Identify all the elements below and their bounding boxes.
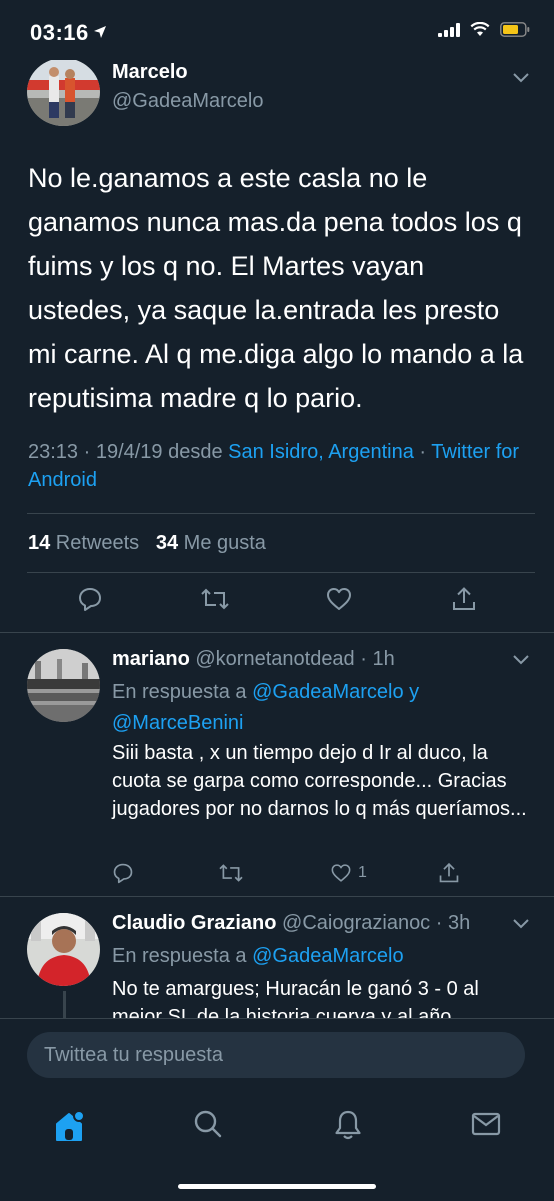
reply-context-prefix: En respuesta a: [112, 945, 253, 967]
status-time: 03:16: [30, 20, 89, 45]
retweets-count: 14: [28, 532, 51, 554]
retweet-icon: [219, 864, 243, 882]
mention-link[interactable]: @GadeaMarcelo: [252, 945, 403, 967]
reply-context: En respuesta a @GadeaMarcelo: [112, 941, 532, 972]
author-name[interactable]: Claudio Graziano: [112, 912, 276, 934]
share-button[interactable]: [438, 862, 460, 884]
tab-bar: [0, 1101, 554, 1161]
reply-header: mariano @kornetanotdead · 1h: [112, 648, 395, 671]
avatar[interactable]: [27, 649, 100, 722]
share-button[interactable]: [451, 586, 477, 612]
reply-button[interactable]: [77, 586, 103, 612]
like-button[interactable]: 1: [330, 862, 367, 884]
thread-line: [63, 991, 66, 1018]
notifications-icon: [335, 1110, 361, 1140]
author-name[interactable]: Marcelo: [112, 61, 188, 84]
reply-button[interactable]: [112, 862, 134, 884]
reply-tweet[interactable]: Claudio Graziano @Caiograzianoc · 3h En …: [0, 897, 554, 1018]
tab-messages[interactable]: [470, 1109, 502, 1144]
reply-context: En respuesta a @GadeaMarcelo y @MarceBen…: [112, 677, 532, 739]
avatar-photo: [27, 58, 100, 126]
tab-home[interactable]: [54, 1109, 86, 1148]
compose-placeholder: Twittea tu respuesta: [44, 1044, 223, 1066]
retweets-label: Retweets: [50, 532, 140, 554]
tab-notifications[interactable]: [333, 1109, 363, 1146]
battery-icon: [500, 22, 530, 37]
share-icon: [453, 587, 475, 610]
tweet-timestamp: 23:13 · 19/4/19 desde: [28, 441, 229, 463]
heart-icon: [331, 864, 351, 882]
divider: [27, 513, 535, 514]
avatar-photo: [27, 913, 100, 986]
author-handle[interactable]: @Caiograzianoc: [282, 912, 430, 934]
mention-link[interactable]: @GadeaMarcelo: [252, 681, 403, 703]
home-indicator: [178, 1184, 376, 1189]
chevron-down-icon[interactable]: [512, 654, 530, 665]
likes-label: Me gusta: [178, 532, 266, 554]
divider: [27, 572, 535, 573]
tweet-stats: 14 Retweets 34 Me gusta: [28, 532, 266, 555]
status-icons: [438, 22, 530, 37]
messages-icon: [471, 1112, 501, 1136]
retweet-button[interactable]: [218, 862, 244, 884]
likes-count: 34: [155, 532, 179, 554]
author-handle[interactable]: @GadeaMarcelo: [112, 90, 263, 113]
compose-bar: Twittea tu respuesta: [0, 1018, 554, 1201]
share-icon: [439, 862, 459, 883]
chevron-down-icon[interactable]: [512, 918, 530, 929]
tab-search[interactable]: [193, 1109, 223, 1144]
location-arrow-icon: [94, 26, 106, 38]
like-button[interactable]: [325, 586, 353, 612]
status-bar: 03:16: [0, 0, 554, 60]
home-icon: [56, 1110, 85, 1141]
author-name[interactable]: mariano: [112, 648, 190, 670]
reply-context-prefix: En respuesta a: [112, 681, 253, 703]
tweet-text: No le.ganamos a este casla no le ganamos…: [28, 163, 524, 413]
tweet-meta: 23:13 · 19/4/19 desde San Isidro, Argent…: [28, 438, 533, 494]
likes-stat[interactable]: 34 Me gusta: [156, 532, 266, 554]
reply-time: · 1h: [354, 648, 395, 670]
reply-text: Siii basta , x un tiempo dejo d Ir al du…: [112, 742, 527, 820]
retweet-button[interactable]: [200, 586, 230, 612]
search-icon: [194, 1110, 222, 1138]
reply-icon: [79, 588, 101, 611]
reply-icon: [113, 863, 133, 884]
meta-separator: ·: [413, 441, 432, 463]
avatar[interactable]: [27, 58, 100, 126]
heart-icon: [327, 588, 351, 610]
avatar[interactable]: [27, 913, 100, 986]
reply-header: Claudio Graziano @Caiograzianoc · 3h: [112, 912, 470, 935]
tweet-location-link[interactable]: San Isidro, Argentina: [228, 441, 414, 463]
like-count: 1: [358, 864, 367, 881]
avatar-photo: [27, 649, 100, 722]
reply-text: No te amargues; Huracán le ganó 3 - 0 al…: [112, 978, 479, 1018]
reply-tweet[interactable]: mariano @kornetanotdead · 1h En respuest…: [0, 633, 554, 896]
signal-icon: [438, 22, 460, 37]
mention-link[interactable]: @MarceBenini: [112, 712, 243, 734]
retweets-stat[interactable]: 14 Retweets: [28, 532, 139, 554]
author-handle[interactable]: @kornetanotdead: [195, 648, 354, 670]
reply-compose-input[interactable]: Twittea tu respuesta: [27, 1032, 525, 1078]
chevron-down-icon[interactable]: [512, 72, 530, 83]
reply-context-join: y: [403, 681, 420, 703]
reply-time: · 3h: [430, 912, 471, 934]
retweet-icon: [201, 588, 229, 610]
wifi-icon: [470, 22, 490, 36]
